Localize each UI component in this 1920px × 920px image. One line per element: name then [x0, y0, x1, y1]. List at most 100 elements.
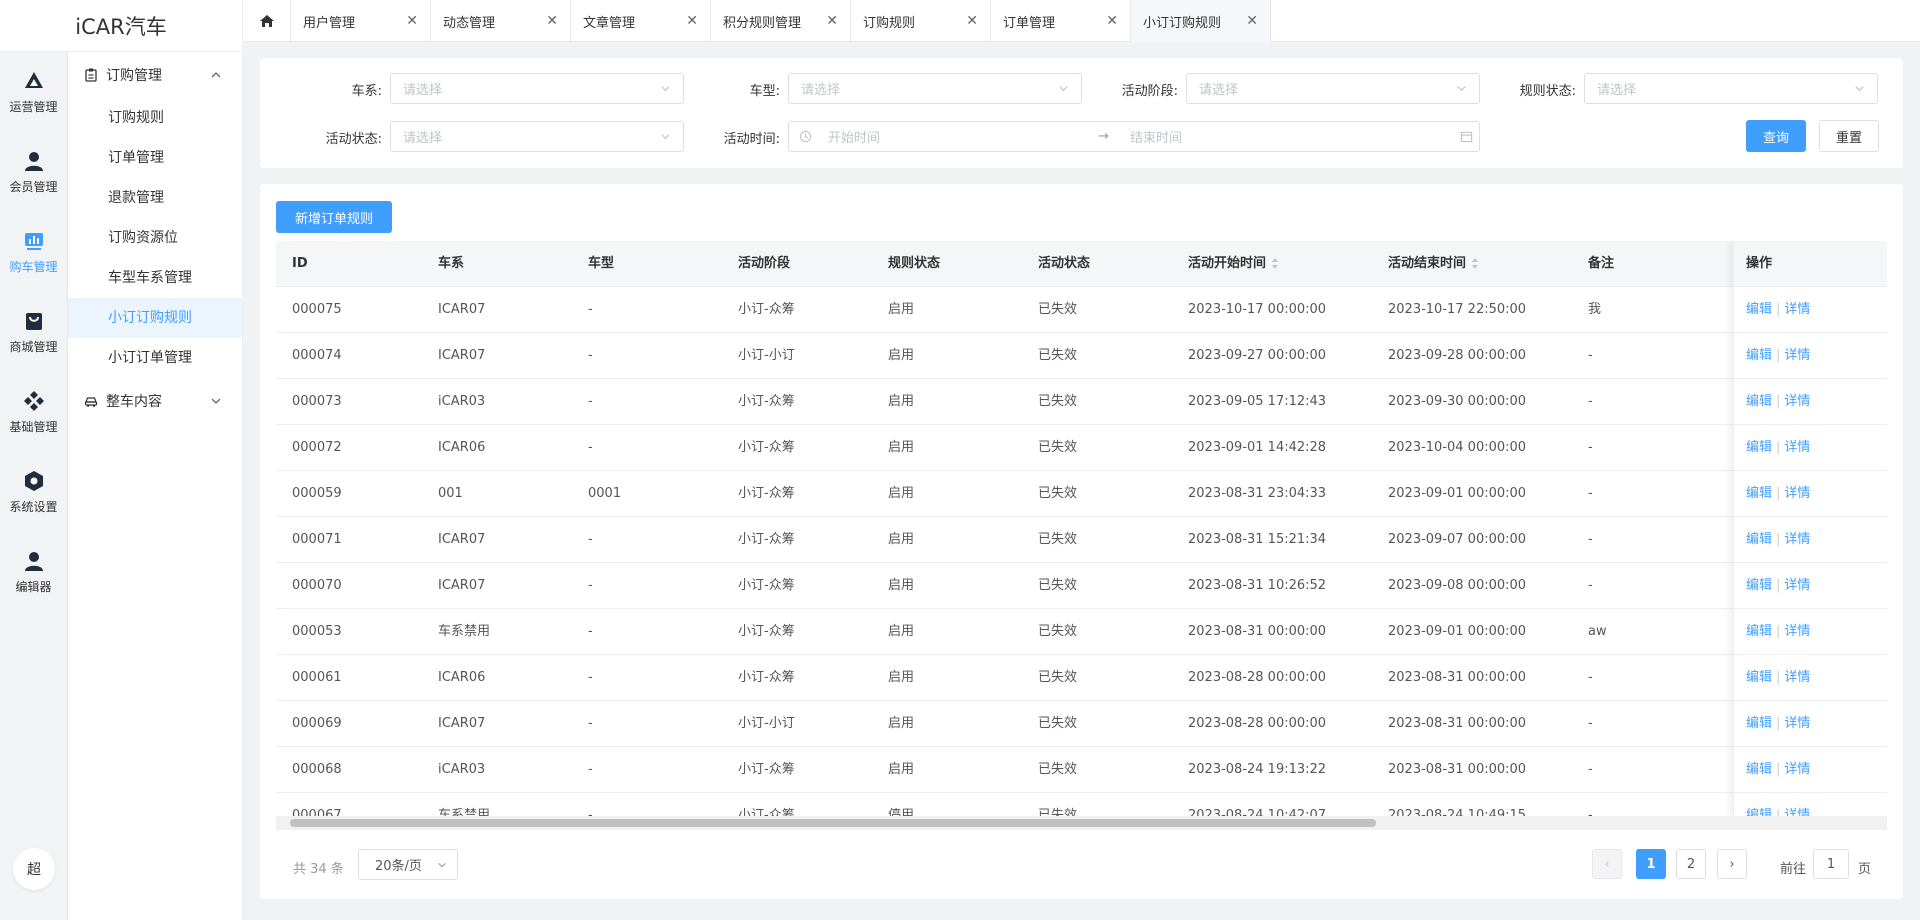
cell-stage: 小订-小订 [738, 348, 795, 363]
cell-series: ICAR07 [438, 348, 486, 363]
app-brand: iCAR汽车 [0, 0, 243, 52]
tab-label: 用户管理 [303, 15, 356, 31]
menu-item-order-management[interactable]: 订单管理 [68, 138, 242, 178]
cell-rule-status: 启用 [888, 532, 915, 547]
cell-remark: - [1588, 808, 1593, 816]
cell-activity-status: 已失效 [1038, 716, 1078, 731]
cell-id: 000072 [292, 440, 342, 455]
tab-points-rules[interactable]: 积分规则管理 ✕ [711, 0, 851, 42]
page-size-select[interactable]: 20条/页 [358, 849, 458, 880]
close-icon[interactable]: ✕ [966, 13, 978, 29]
cell-stage: 小订-小订 [738, 716, 795, 731]
add-order-rule-button[interactable]: 新增订单规则 [276, 201, 392, 233]
close-icon[interactable]: ✕ [546, 13, 558, 29]
menu-item-order-rules[interactable]: 订购规则 [68, 98, 242, 138]
cell-end-time: 2023-10-04 00:00:00 [1388, 440, 1527, 455]
tab-dynamic-management[interactable]: 动态管理 ✕ [431, 0, 571, 42]
cell-activity-status: 已失效 [1038, 486, 1078, 501]
table-row: 000075 ICAR07 - 小订-众筹 启用 已失效 2023-10-17 00:00:… [276, 287, 1887, 333]
goto-suffix: 页 [1858, 862, 1872, 877]
menu-item-refund-management[interactable]: 退款管理 [68, 178, 242, 218]
cell-series: 车系禁用 [438, 808, 491, 816]
avatar[interactable]: 超 [13, 848, 55, 890]
query-button[interactable]: 查询 [1746, 120, 1806, 152]
rail-item-mall[interactable]: 商城管理 [0, 292, 67, 372]
cell-remark: - [1588, 762, 1593, 777]
cell-model: - [588, 578, 593, 593]
page-2-button[interactable]: 2 [1676, 849, 1706, 879]
tab-small-order-rules[interactable]: 小订订购规则 ✕ [1131, 0, 1271, 42]
prev-page-button[interactable]: ‹ [1592, 849, 1622, 879]
horizontal-scrollbar[interactable] [276, 816, 1887, 830]
cell-stage: 小订-众筹 [738, 532, 795, 547]
select-placeholder: 请选择 [403, 83, 443, 98]
start-time-input[interactable]: 开始时间 [828, 127, 1098, 146]
rule-status-select[interactable]: 请选择 [1584, 73, 1878, 104]
cell-stage: 小订-众筹 [738, 486, 795, 501]
cell-end-time: 2023-09-07 00:00:00 [1388, 532, 1527, 547]
activity-status-select[interactable]: 请选择 [390, 121, 684, 152]
user-icon [24, 551, 43, 571]
cell-series: ICAR07 [438, 578, 486, 593]
sort-icon[interactable] [1471, 257, 1479, 270]
tab-article-management[interactable]: 文章管理 ✕ [571, 0, 711, 42]
header-rule-status: 规则状态 [888, 256, 941, 271]
tab-user-management[interactable]: 用户管理 ✕ [291, 0, 431, 42]
table-row: 000069 ICAR07 - 小订-小订 启用 已失效 2023-08-28 00:00:… [276, 701, 1887, 747]
table-body: 000075 ICAR07- 小订-众筹 启用 已失效 2023-10-17 00:00:… [276, 287, 1887, 816]
rail-item-members[interactable]: 会员管理 [0, 132, 67, 212]
activity-time-range[interactable]: 开始时间 → 结束时间 [788, 121, 1480, 152]
select-placeholder: 请选择 [403, 131, 443, 146]
page-1-button[interactable]: 1 [1636, 849, 1666, 879]
menu-item-model-series-management[interactable]: 车型车系管理 [68, 258, 242, 298]
menu-item-small-order-management[interactable]: 小订订单管理 [68, 338, 242, 378]
car-icon [84, 397, 98, 407]
rail-item-editor[interactable]: 编辑器 [0, 532, 67, 612]
chevron-up-icon [211, 72, 221, 78]
next-page-button[interactable]: › [1717, 849, 1747, 879]
cell-model: - [588, 670, 593, 685]
cell-id: 000067 [292, 808, 342, 816]
cell-remark: - [1588, 716, 1593, 731]
total-count: 共 34 条 [293, 862, 344, 877]
tab-home[interactable] [243, 0, 291, 42]
close-icon[interactable]: ✕ [686, 13, 698, 29]
cell-activity-status: 已失效 [1038, 624, 1078, 639]
close-icon[interactable]: ✕ [1106, 13, 1118, 29]
header-start-time[interactable]: 活动开始时间 [1188, 241, 1279, 287]
tab-order-rules[interactable]: 订购规则 ✕ [851, 0, 991, 42]
cell-model: - [588, 532, 593, 547]
horizontal-scroll-thumb[interactable] [290, 819, 1376, 827]
cell-rule-status: 启用 [888, 578, 915, 593]
cell-activity-status: 已失效 [1038, 670, 1078, 685]
cell-id: 000053 [292, 624, 342, 639]
cell-stage: 小订-众筹 [738, 302, 795, 317]
end-time-input[interactable]: 结束时间 [1130, 127, 1460, 146]
tab-order-management[interactable]: 订单管理 ✕ [991, 0, 1131, 42]
menu-group-vehicle-content[interactable]: 整车内容 [68, 378, 242, 424]
cell-model: - [588, 808, 593, 816]
cell-activity-status: 已失效 [1038, 532, 1078, 547]
rail-item-settings[interactable]: 系统设置 [0, 452, 67, 532]
close-icon[interactable]: ✕ [826, 13, 838, 29]
stage-select[interactable]: 请选择 [1186, 73, 1480, 104]
rail-item-car-purchase[interactable]: 购车管理 [0, 212, 67, 292]
reset-button[interactable]: 重置 [1819, 120, 1879, 152]
header-end-time[interactable]: 活动结束时间 [1388, 241, 1479, 287]
model-select[interactable]: 请选择 [788, 73, 1082, 104]
rail-item-basics[interactable]: 基础管理 [0, 372, 67, 452]
cell-rule-status: 启用 [888, 302, 915, 317]
cell-stage: 小订-众筹 [738, 670, 795, 685]
rail-label: 系统设置 [9, 499, 58, 514]
series-label: 车系: [351, 84, 382, 99]
sort-icon[interactable] [1271, 257, 1279, 270]
menu-group-order-management[interactable]: 订购管理 [68, 52, 242, 98]
menu-item-small-order-rules[interactable]: 小订订购规则 [68, 298, 242, 338]
close-icon[interactable]: ✕ [1246, 13, 1258, 29]
series-select[interactable]: 请选择 [390, 73, 684, 104]
close-icon[interactable]: ✕ [406, 13, 418, 29]
rail-item-operations[interactable]: 运营管理 [0, 52, 67, 132]
goto-page-input[interactable]: 1 [1813, 849, 1849, 879]
activity-time-label: 活动时间: [723, 132, 780, 147]
menu-item-order-resource-slot[interactable]: 订购资源位 [68, 218, 242, 258]
